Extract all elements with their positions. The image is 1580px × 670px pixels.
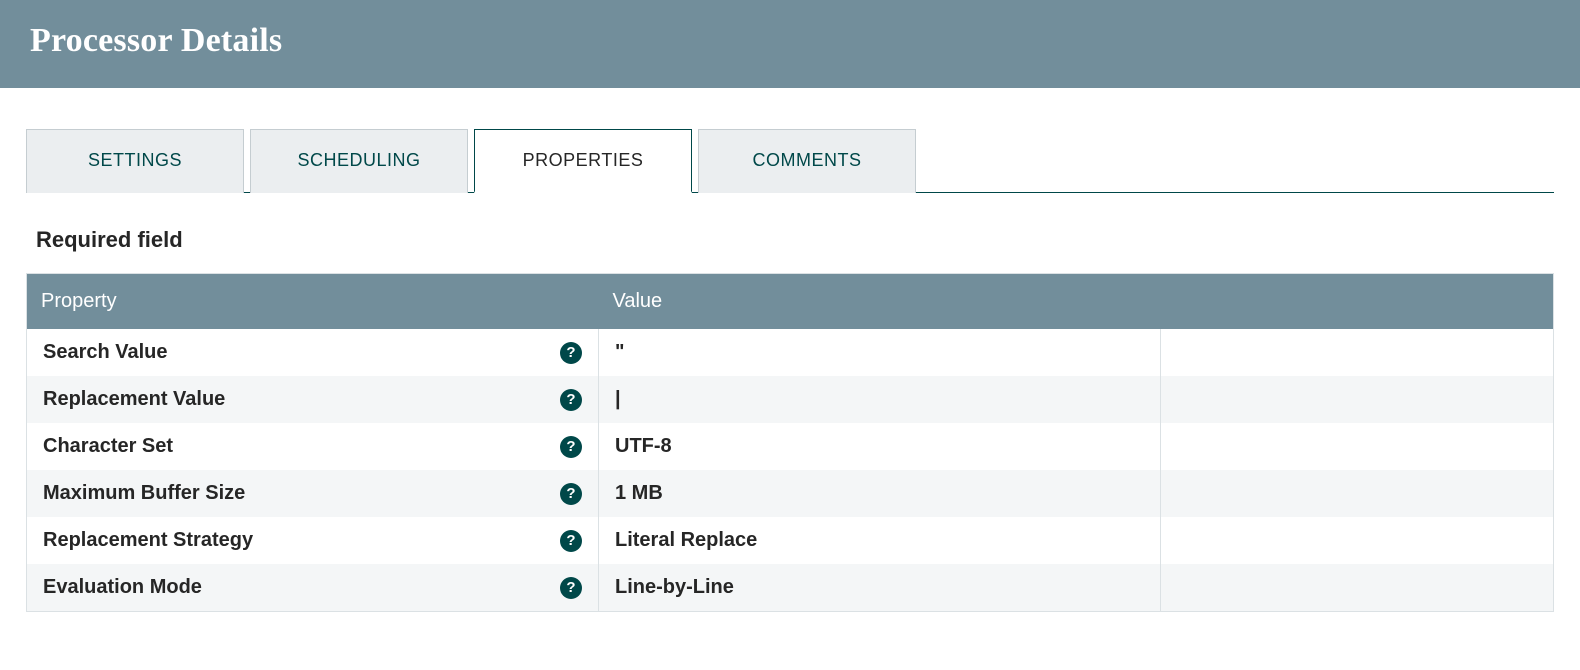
tab-bar: SETTINGS SCHEDULING PROPERTIES COMMENTS: [26, 128, 1554, 193]
property-value: Literal Replace: [615, 529, 757, 551]
column-header-extra: [1161, 274, 1554, 330]
help-icon[interactable]: ?: [560, 577, 582, 599]
property-name: Replacement Value: [43, 388, 225, 411]
table-row[interactable]: Search Value ? ": [27, 329, 1554, 376]
property-name: Evaluation Mode: [43, 576, 202, 599]
table-row[interactable]: Replacement Strategy ? Literal Replace: [27, 517, 1554, 564]
property-value: 1 MB: [615, 482, 663, 504]
tab-settings[interactable]: SETTINGS: [26, 129, 244, 193]
required-field-label: Required field: [26, 193, 1554, 273]
help-icon[interactable]: ?: [560, 436, 582, 458]
dialog-header: Processor Details: [0, 0, 1580, 88]
property-name: Character Set: [43, 435, 173, 458]
dialog-body: SETTINGS SCHEDULING PROPERTIES COMMENTS …: [0, 88, 1580, 612]
property-name: Search Value: [43, 341, 168, 364]
table-row[interactable]: Replacement Value ? |: [27, 376, 1554, 423]
property-value: UTF-8: [615, 435, 672, 457]
help-icon[interactable]: ?: [560, 483, 582, 505]
table-row[interactable]: Maximum Buffer Size ? 1 MB: [27, 470, 1554, 517]
column-header-value: Value: [599, 274, 1161, 330]
table-row[interactable]: Character Set ? UTF-8: [27, 423, 1554, 470]
tab-properties[interactable]: PROPERTIES: [474, 129, 692, 193]
tab-comments[interactable]: COMMENTS: [698, 129, 916, 193]
property-value: |: [615, 388, 621, 410]
help-icon[interactable]: ?: [560, 389, 582, 411]
help-icon[interactable]: ?: [560, 342, 582, 364]
tab-label: PROPERTIES: [523, 150, 644, 170]
tab-label: SCHEDULING: [297, 150, 420, 170]
table-header-row: Property Value: [27, 274, 1554, 330]
property-name: Maximum Buffer Size: [43, 482, 245, 505]
dialog-title: Processor Details: [30, 22, 1550, 60]
tab-label: SETTINGS: [88, 150, 182, 170]
property-value: ": [615, 341, 624, 363]
property-value: Line-by-Line: [615, 576, 734, 598]
tab-label: COMMENTS: [753, 150, 862, 170]
properties-table: Property Value Search Value ? ": [26, 273, 1554, 612]
property-name: Replacement Strategy: [43, 529, 253, 552]
help-icon[interactable]: ?: [560, 530, 582, 552]
tab-scheduling[interactable]: SCHEDULING: [250, 129, 468, 193]
table-row[interactable]: Evaluation Mode ? Line-by-Line: [27, 564, 1554, 612]
column-header-property: Property: [27, 274, 599, 330]
